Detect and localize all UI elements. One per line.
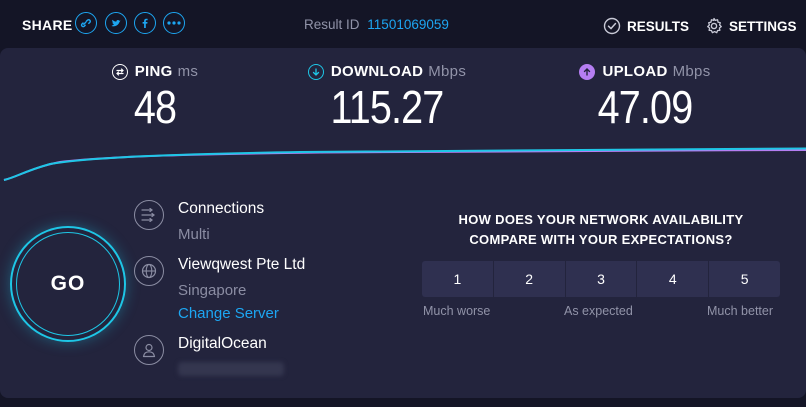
rating-scale: 1 2 3 4 5 — [422, 261, 780, 297]
check-circle-icon — [603, 17, 621, 35]
download-value: 115.27 — [330, 81, 445, 133]
rating-option-5[interactable]: 5 — [708, 261, 780, 297]
upload-value: 47.09 — [597, 81, 694, 133]
globe-icon — [134, 256, 164, 286]
result-id: Result ID 11501069059 — [304, 17, 449, 32]
speed-graph — [3, 147, 806, 181]
ping-metric: PING ms 48 — [100, 63, 210, 130]
facebook-icon[interactable] — [134, 12, 156, 34]
upload-metric: UPLOAD Mbps 47.09 — [560, 63, 730, 130]
share-label: SHARE — [22, 17, 73, 33]
download-metric: DOWNLOAD Mbps 115.27 — [297, 63, 477, 130]
download-label: DOWNLOAD — [330, 63, 424, 80]
ping-value: 48 — [133, 81, 177, 133]
rating-label-high: Much better — [707, 304, 774, 318]
go-label: GO — [50, 272, 86, 295]
connections-value: Multi — [178, 226, 210, 243]
go-button[interactable]: GO — [10, 226, 126, 342]
gear-icon — [707, 17, 722, 34]
upload-unit: Mbps — [672, 63, 711, 80]
server-name: Viewqwest Pte Ltd — [178, 256, 306, 273]
feedback-question-line1: HOW DOES YOUR NETWORK AVAILABILITY — [458, 212, 744, 227]
provider-name: DigitalOcean — [178, 335, 267, 352]
rating-label-low: Much worse — [423, 304, 491, 318]
settings-button[interactable]: SETTINGS — [705, 17, 797, 35]
rating-option-4[interactable]: 4 — [636, 261, 709, 297]
upload-label: UPLOAD — [602, 63, 668, 80]
go-button-inner[interactable]: GO — [16, 232, 120, 336]
results-button[interactable]: RESULTS — [603, 17, 689, 35]
redacted-ip — [178, 362, 284, 376]
rating-label-mid: As expected — [564, 304, 633, 318]
ping-label: PING — [134, 63, 173, 80]
rating-option-2[interactable]: 2 — [492, 261, 565, 297]
upload-icon — [579, 63, 596, 80]
link-icon[interactable] — [75, 12, 97, 34]
result-id-label: Result ID — [304, 17, 360, 32]
server-location: Singapore — [178, 282, 247, 299]
ping-unit: ms — [177, 63, 199, 80]
download-icon — [307, 63, 324, 80]
connections-title: Connections — [178, 200, 265, 217]
feedback-question: HOW DOES YOUR NETWORK AVAILABILITY COMPA… — [420, 210, 782, 250]
settings-label: SETTINGS — [729, 18, 797, 34]
ping-icon — [111, 63, 128, 80]
connections-icon — [134, 200, 164, 230]
upload-line — [3, 149, 806, 181]
twitter-icon[interactable] — [105, 12, 127, 34]
more-icon[interactable] — [163, 12, 185, 34]
change-server-link[interactable]: Change Server — [178, 305, 279, 322]
download-unit: Mbps — [428, 63, 467, 80]
user-icon — [134, 335, 164, 365]
top-bar: SHARE Result ID 11501069059 RESULTS SETT… — [0, 0, 806, 48]
rating-option-3[interactable]: 3 — [564, 261, 637, 297]
rating-option-1[interactable]: 1 — [422, 261, 493, 297]
results-label: RESULTS — [627, 18, 690, 34]
download-line — [3, 147, 806, 181]
result-id-value[interactable]: 11501069059 — [367, 17, 449, 32]
feedback-question-line2: COMPARE WITH YOUR EXPECTATIONS? — [469, 232, 733, 247]
